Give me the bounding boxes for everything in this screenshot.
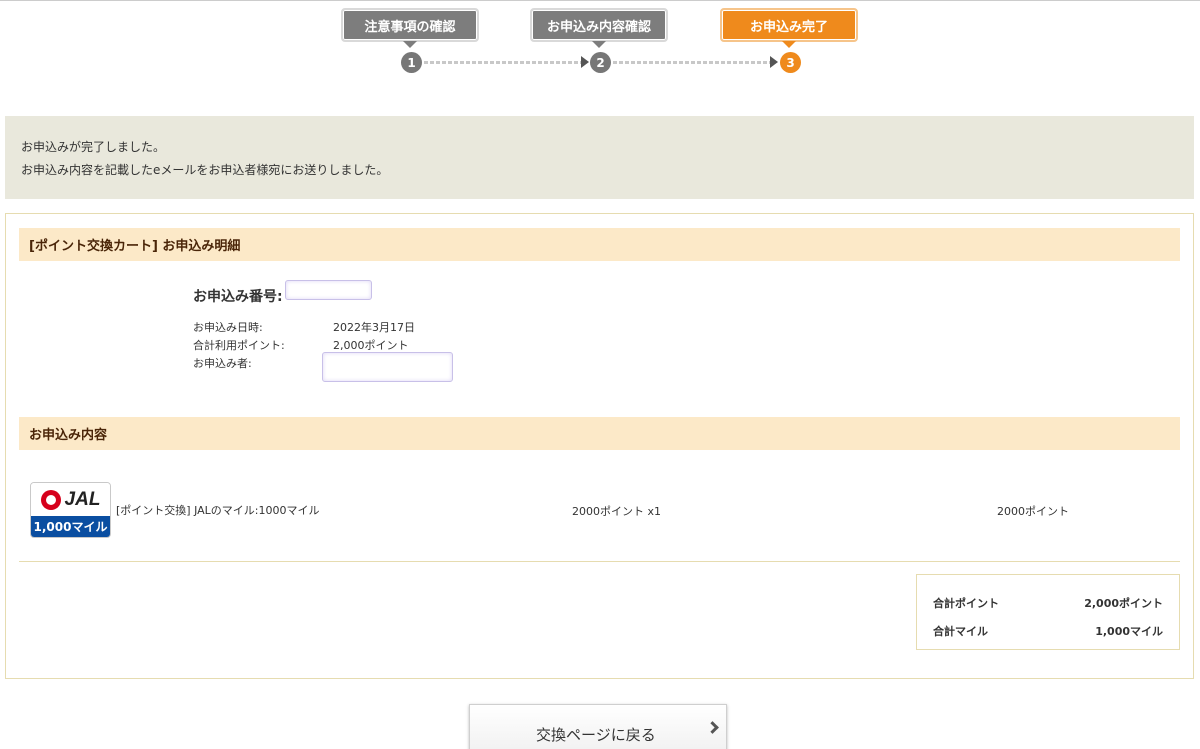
summary-points-label: 合計ポイント — [933, 597, 999, 610]
item-total: 2000ポイント — [997, 505, 1069, 518]
item-quantity: 2000ポイント x1 — [572, 505, 661, 518]
order-number-label: お申込み番号: — [193, 289, 283, 305]
step-2-text: お申込み内容確認 — [546, 19, 651, 35]
points-used-label: 合計利用ポイント: — [193, 339, 285, 352]
item-divider — [19, 561, 1180, 562]
order-detail-panel: [ポイント交換カート] お申込み明細 お申込み番号: お申込み日時: 2022年… — [5, 213, 1194, 679]
summary-miles-label: 合計マイル — [933, 625, 988, 638]
step-3-label: お申込み完了 — [720, 8, 858, 48]
summary-miles-row: 合計マイル 1,000マイル — [933, 623, 1163, 639]
step-3-number: 3 — [780, 52, 801, 73]
message-line-1: お申込みが完了しました。 — [21, 140, 166, 154]
applicant-label: お申込み者: — [193, 357, 252, 370]
progress-steps: 注意事項の確認 お申込み内容確認 お申込み完了 1 2 3 — [0, 4, 1200, 84]
message-line-2: お申込み内容を記載したeメールをお申込者様宛にお送りしました。 — [21, 163, 389, 177]
item-name: [ポイント交換] JALのマイル:1000マイル — [116, 504, 320, 517]
step-2-label: お申込み内容確認 — [530, 8, 668, 48]
applicant-redacted — [322, 352, 453, 382]
chevron-right-icon — [706, 721, 719, 734]
summary-miles-value: 1,000マイル — [1095, 625, 1163, 638]
order-number-redacted — [285, 280, 372, 300]
step-1-label: 注意事項の確認 — [341, 8, 479, 48]
step-1-text: 注意事項の確認 — [364, 19, 456, 35]
summary-points-value: 2,000ポイント — [1084, 597, 1163, 610]
back-button-label: 交換ページに戻る — [536, 726, 656, 744]
arrow-right-icon — [581, 56, 589, 68]
jal-logo-miles: 1,000マイル — [31, 516, 110, 537]
completion-message: お申込みが完了しました。 お申込み内容を記載したeメールをお申込者様宛にお送りし… — [5, 116, 1194, 199]
summary-box: 合計ポイント 2,000ポイント 合計マイル 1,000マイル — [916, 574, 1180, 650]
arrow-right-icon — [770, 56, 778, 68]
back-to-exchange-button[interactable]: 交換ページに戻る — [469, 704, 727, 749]
step-2-number: 2 — [590, 52, 611, 73]
jal-miles-logo: JAL 1,000マイル — [30, 482, 111, 538]
jal-logo-text: JAL — [64, 488, 101, 510]
step-connector-2 — [613, 61, 771, 64]
summary-points-row: 合計ポイント 2,000ポイント — [933, 595, 1163, 611]
top-divider — [0, 0, 1200, 1]
detail-section-header: [ポイント交換カート] お申込み明細 — [19, 228, 1180, 261]
step-connector-1 — [424, 61, 582, 64]
jal-crane-icon — [40, 489, 61, 510]
points-used-value: 2,000ポイント — [333, 339, 409, 352]
step-1-number: 1 — [401, 52, 422, 73]
date-value: 2022年3月17日 — [333, 321, 415, 334]
contents-section-header: お申込み内容 — [19, 417, 1180, 450]
step-3-text: お申込み完了 — [749, 19, 828, 35]
date-label: お申込み日時: — [193, 321, 263, 334]
